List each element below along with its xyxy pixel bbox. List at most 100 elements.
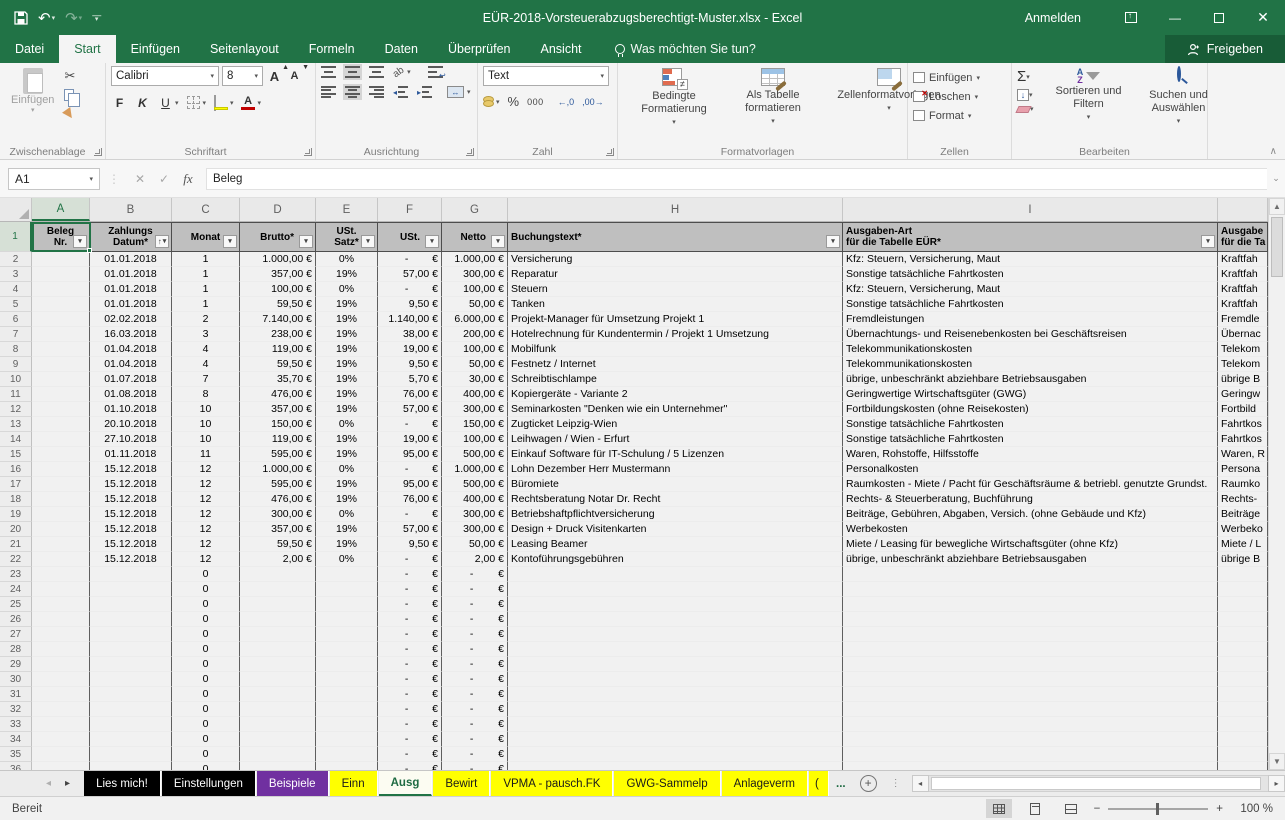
cell[interactable]: Sonstige tatsächliche Fahrtkosten <box>843 267 1218 282</box>
ribbon-tab-datei[interactable]: Datei <box>0 35 59 63</box>
cell[interactable] <box>1218 612 1268 627</box>
row-header-23[interactable]: 23 <box>0 567 32 582</box>
cell[interactable] <box>32 657 90 672</box>
cell[interactable] <box>32 717 90 732</box>
cell[interactable] <box>90 567 172 582</box>
cell[interactable]: 0% <box>316 282 378 297</box>
cell[interactable]: 12 <box>172 552 240 567</box>
cell[interactable]: 0 <box>172 582 240 597</box>
fill-color-button[interactable] <box>212 93 229 112</box>
align-left-button[interactable] <box>321 86 336 98</box>
cell[interactable]: Steuern <box>508 282 843 297</box>
cell[interactable]: 19% <box>316 522 378 537</box>
cell[interactable]: Reparatur <box>508 267 843 282</box>
cell[interactable]: Schreibtischlampe <box>508 372 843 387</box>
cell[interactable]: -€ <box>378 732 442 747</box>
cell[interactable]: 100,00 € <box>442 282 508 297</box>
sheet-tab-lies-mich-[interactable]: Lies mich! <box>84 771 161 796</box>
table-header-cell[interactable]: ZahlungsDatum*↑▾ <box>90 222 172 252</box>
row-header-9[interactable]: 9 <box>0 357 32 372</box>
font-size-select[interactable]: 8▾ <box>222 66 263 86</box>
cell[interactable]: -€ <box>378 567 442 582</box>
cell[interactable]: 59,50 € <box>240 297 316 312</box>
cell[interactable]: 12 <box>172 477 240 492</box>
cell[interactable] <box>316 762 378 770</box>
cell[interactable]: Raumko <box>1218 477 1268 492</box>
cell[interactable]: 15.12.2018 <box>90 537 172 552</box>
cell[interactable]: 35,70 € <box>240 372 316 387</box>
cell[interactable]: 19% <box>316 432 378 447</box>
cell[interactable]: 7 <box>172 372 240 387</box>
cell[interactable] <box>32 312 90 327</box>
cell[interactable]: 59,50 € <box>240 537 316 552</box>
row-header-21[interactable]: 21 <box>0 537 32 552</box>
cell[interactable]: Telekommunikationskosten <box>843 342 1218 357</box>
table-header-cell[interactable]: Monat▾ <box>172 222 240 252</box>
font-name-select[interactable]: Calibri▾ <box>111 66 219 86</box>
row-header-36[interactable]: 36 <box>0 762 32 770</box>
row-header-33[interactable]: 33 <box>0 717 32 732</box>
cell[interactable]: 300,00 € <box>240 507 316 522</box>
cell[interactable] <box>32 282 90 297</box>
cell[interactable] <box>843 567 1218 582</box>
cell[interactable]: übrige, unbeschränkt abziehbare Betriebs… <box>843 372 1218 387</box>
cell[interactable] <box>1218 747 1268 762</box>
cell[interactable] <box>90 747 172 762</box>
row-header-1[interactable]: 1 <box>0 222 32 252</box>
table-header-cell[interactable]: BelegNr.▾ <box>32 222 90 252</box>
cell[interactable] <box>240 702 316 717</box>
cell[interactable]: -€ <box>378 672 442 687</box>
underline-button[interactable]: U <box>157 93 174 112</box>
cell[interactable]: 19% <box>316 267 378 282</box>
cell[interactable]: Versicherung <box>508 252 843 267</box>
table-header-cell[interactable]: Ausgabefür die Ta <box>1218 222 1268 252</box>
cell[interactable] <box>508 687 843 702</box>
cell[interactable]: Seminarkosten "Denken wie ein Unternehme… <box>508 402 843 417</box>
cell[interactable]: 4 <box>172 357 240 372</box>
cell[interactable]: Projekt-Manager für Umsetzung Projekt 1 <box>508 312 843 327</box>
filter-dropdown-icon[interactable]: ▾ <box>1201 235 1215 248</box>
cell[interactable] <box>240 567 316 582</box>
page-layout-view-button[interactable] <box>1022 799 1048 818</box>
cell[interactable]: -€ <box>378 657 442 672</box>
ribbon-tab-ansicht[interactable]: Ansicht <box>526 35 597 63</box>
cell[interactable]: Übernac <box>1218 327 1268 342</box>
cell[interactable]: -€ <box>442 642 508 657</box>
cell[interactable]: Sonstige tatsächliche Fahrtkosten <box>843 417 1218 432</box>
cell[interactable]: 19% <box>316 537 378 552</box>
cell[interactable] <box>843 702 1218 717</box>
cell[interactable] <box>316 567 378 582</box>
row-header-2[interactable]: 2 <box>0 252 32 267</box>
cell[interactable] <box>316 627 378 642</box>
cell[interactable]: 38,00 € <box>378 327 442 342</box>
cell[interactable]: -€ <box>442 717 508 732</box>
cell[interactable] <box>843 762 1218 770</box>
align-top-button[interactable] <box>321 66 336 78</box>
cell[interactable] <box>90 582 172 597</box>
cell[interactable] <box>32 357 90 372</box>
column-header-A[interactable]: A <box>32 198 90 221</box>
column-header-C[interactable]: C <box>172 198 240 221</box>
cell[interactable]: -€ <box>442 582 508 597</box>
cell[interactable] <box>32 522 90 537</box>
name-box[interactable]: A1▾ <box>8 168 100 190</box>
sort-filter-button[interactable]: AZ Sortieren und Filtern▾ <box>1042 66 1136 143</box>
cell[interactable] <box>32 507 90 522</box>
alignment-dialog-launcher[interactable] <box>466 148 474 156</box>
cell[interactable] <box>90 702 172 717</box>
cell[interactable]: -€ <box>378 252 442 267</box>
cell[interactable]: 19% <box>316 477 378 492</box>
cell[interactable]: Telekom <box>1218 342 1268 357</box>
sheet-tab-beispiele[interactable]: Beispiele <box>257 771 329 796</box>
cell[interactable]: 9,50 € <box>378 357 442 372</box>
cell[interactable] <box>32 702 90 717</box>
cell[interactable] <box>508 762 843 770</box>
cell[interactable]: Beiträge, Gebühren, Abgaben, Versich. (o… <box>843 507 1218 522</box>
horizontal-scrollbar[interactable]: ◂ ▸ <box>912 771 1285 796</box>
cell[interactable]: Personalkosten <box>843 462 1218 477</box>
zoom-slider[interactable] <box>1108 808 1208 810</box>
cell[interactable]: -€ <box>378 702 442 717</box>
column-header-I[interactable]: I <box>843 198 1218 221</box>
row-header-19[interactable]: 19 <box>0 507 32 522</box>
cell[interactable]: 01.10.2018 <box>90 402 172 417</box>
